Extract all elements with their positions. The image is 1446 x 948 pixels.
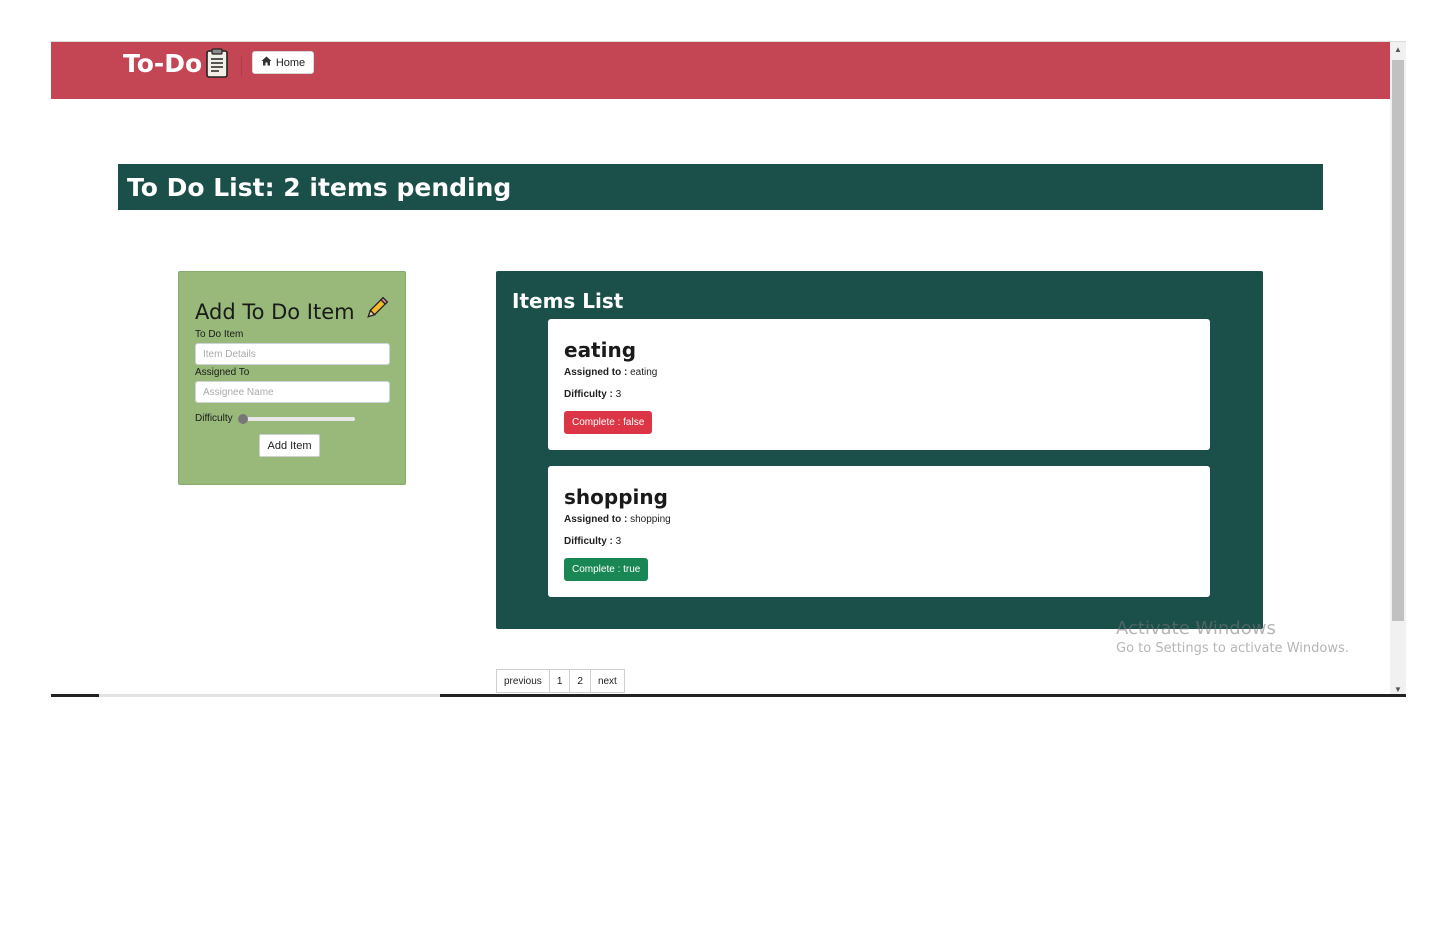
scroll-up-arrow-icon[interactable]: ▲ [1390,42,1406,56]
difficulty-value: 3 [615,389,622,400]
next-page-button[interactable]: next [589,669,625,693]
item-assignee: Assigned to : eating [564,367,657,378]
item-difficulty: Difficulty : 3 [564,389,621,400]
assigned-value: shopping [630,514,671,525]
add-item-button[interactable]: Add Item [259,434,320,457]
item-difficulty: Difficulty : 3 [564,536,621,547]
item-name: shopping [564,485,668,509]
brand-title: To-Do [123,48,203,78]
scrollbar-thumb[interactable] [1392,60,1404,621]
watermark-subtitle: Go to Settings to activate Windows. [1116,641,1349,656]
pencil-icon [363,296,389,327]
difficulty-label: Difficulty : [564,389,613,400]
add-item-form: Add To Do Item To Do Item Assigned To Di… [178,271,406,485]
item-name: eating [564,338,637,362]
items-panel: Items List eating Assigned to : eating D… [496,271,1263,629]
difficulty-control: Difficulty [195,412,395,426]
watermark-title: Activate Windows [1116,618,1276,639]
activation-watermark: Activate Windows Go to Settings to activ… [1116,618,1349,656]
difficulty-label: Difficulty [195,413,233,424]
item-card: shopping Assigned to : shopping Difficul… [548,466,1210,597]
page-title: To Do List: 2 items pending [118,164,1323,210]
home-label: Home [275,56,306,69]
assignee-input[interactable] [195,381,390,403]
browser-viewport: To-Do Home To Do List: 2 items pending A… [51,41,1406,696]
home-button[interactable]: Home [252,51,314,74]
pagination: previous 1 2 next [496,669,625,693]
brand[interactable]: To-Do [123,46,229,80]
nav-divider [241,56,242,76]
difficulty-slider-thumb[interactable] [238,414,248,424]
page-1-button[interactable]: 1 [548,669,571,693]
item-details-input[interactable] [195,343,390,365]
form-title: Add To Do Item [195,296,389,327]
item-card: eating Assigned to : eating Difficulty :… [548,319,1210,450]
vertical-scrollbar[interactable]: ▲ ▼ [1390,42,1406,696]
item-assignee: Assigned to : shopping [564,514,671,525]
previous-page-button[interactable]: previous [496,669,550,693]
difficulty-label: Difficulty : [564,536,613,547]
complete-status-button[interactable]: Complete : true [564,558,649,581]
complete-status-button[interactable]: Complete : false [564,411,653,434]
items-title: Items List [512,289,624,313]
assigned-label: Assigned to : [564,367,628,378]
difficulty-value: 3 [615,536,622,547]
home-icon [261,56,272,69]
item-label: To Do Item [195,329,244,340]
clipboard-icon [205,48,229,78]
assigned-label: Assigned to : [564,514,628,525]
assigned-value: eating [630,367,658,378]
navbar: To-Do Home [51,42,1390,99]
assignee-label: Assigned To [195,367,250,378]
difficulty-slider[interactable] [238,414,355,424]
page-2-button[interactable]: 2 [569,669,591,693]
form-title-text: Add To Do Item [195,299,355,324]
bottom-divider-highlight [99,694,440,697]
